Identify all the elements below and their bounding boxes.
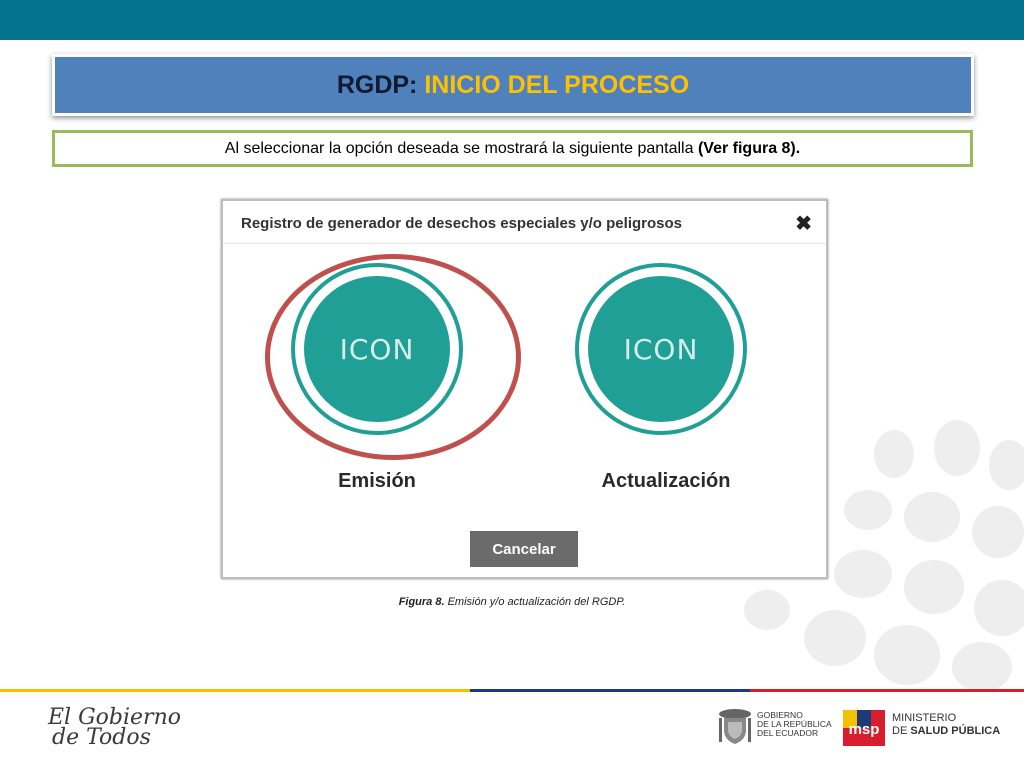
gobierno-text-line3: DEL ECUADOR	[757, 728, 819, 738]
subtitle-text: Al seleccionar la opción deseada se most…	[225, 140, 800, 158]
caption-text: Emisión y/o actualización del RGDP.	[444, 596, 626, 608]
actualizacion-icon: ICON	[588, 276, 734, 422]
dialog-screenshot: Registro de generador de desechos especi…	[221, 199, 828, 579]
close-icon[interactable]: ✖	[795, 211, 812, 236]
slide-title-prefix: RGDP:	[336, 70, 425, 99]
gobierno-ecuador-text: GOBIERNO DE LA REPÚBLICA DEL ECUADOR	[757, 711, 832, 738]
msp-logo-text: msp	[849, 721, 880, 738]
gobierno-de-todos-logo: El Gobierno de Todos	[48, 707, 181, 750]
ministerio-line2-prefix: DE	[892, 725, 911, 737]
caption-figure-number: Figura 8.	[398, 596, 445, 608]
top-bar	[0, 0, 1024, 40]
actualizacion-option-button[interactable]: ICON	[575, 263, 747, 435]
dialog-title: Registro de generador de desechos especi…	[241, 215, 682, 232]
emision-label[interactable]: Emisión	[277, 470, 477, 493]
cancel-button[interactable]: Cancelar	[470, 531, 578, 567]
msp-logo-icon: msp	[843, 710, 885, 746]
ministerio-line2: DE SALUD PÚBLICA	[892, 725, 1000, 738]
gobierno-logo-line2: de Todos	[52, 725, 151, 750]
subtitle-main: Al seleccionar la opción deseada se most…	[224, 139, 698, 157]
subtitle-figure-ref: (Ver figura 8).	[697, 139, 801, 157]
subtitle-box: Al seleccionar la opción deseada se most…	[52, 130, 973, 167]
slide-title-box: RGDP: INICIO DEL PROCESO	[52, 54, 974, 116]
emision-icon-text: ICON	[339, 332, 415, 366]
slide-title-accent: INICIO DEL PROCESO	[424, 70, 690, 99]
ministerio-text: MINISTERIO DE SALUD PÚBLICA	[892, 712, 1000, 738]
slide-title: RGDP: INICIO DEL PROCESO	[337, 71, 689, 100]
figure-caption: Figura 8. Emisión y/o actualización del …	[0, 596, 1024, 608]
ecuador-shield-icon	[719, 709, 751, 744]
footer-stripe-red	[750, 689, 1024, 692]
emision-option-button[interactable]: ICON	[291, 263, 463, 435]
actualizacion-label[interactable]: Actualización	[566, 470, 766, 493]
dialog-divider	[223, 243, 826, 244]
footer-stripe-yellow	[0, 689, 470, 692]
emision-icon: ICON	[304, 276, 450, 422]
ministerio-line2-bold: SALUD PÚBLICA	[910, 725, 1001, 737]
actualizacion-icon-text: ICON	[623, 332, 699, 366]
footer-stripe-blue	[470, 689, 750, 692]
ministerio-line1: MINISTERIO	[892, 712, 957, 724]
